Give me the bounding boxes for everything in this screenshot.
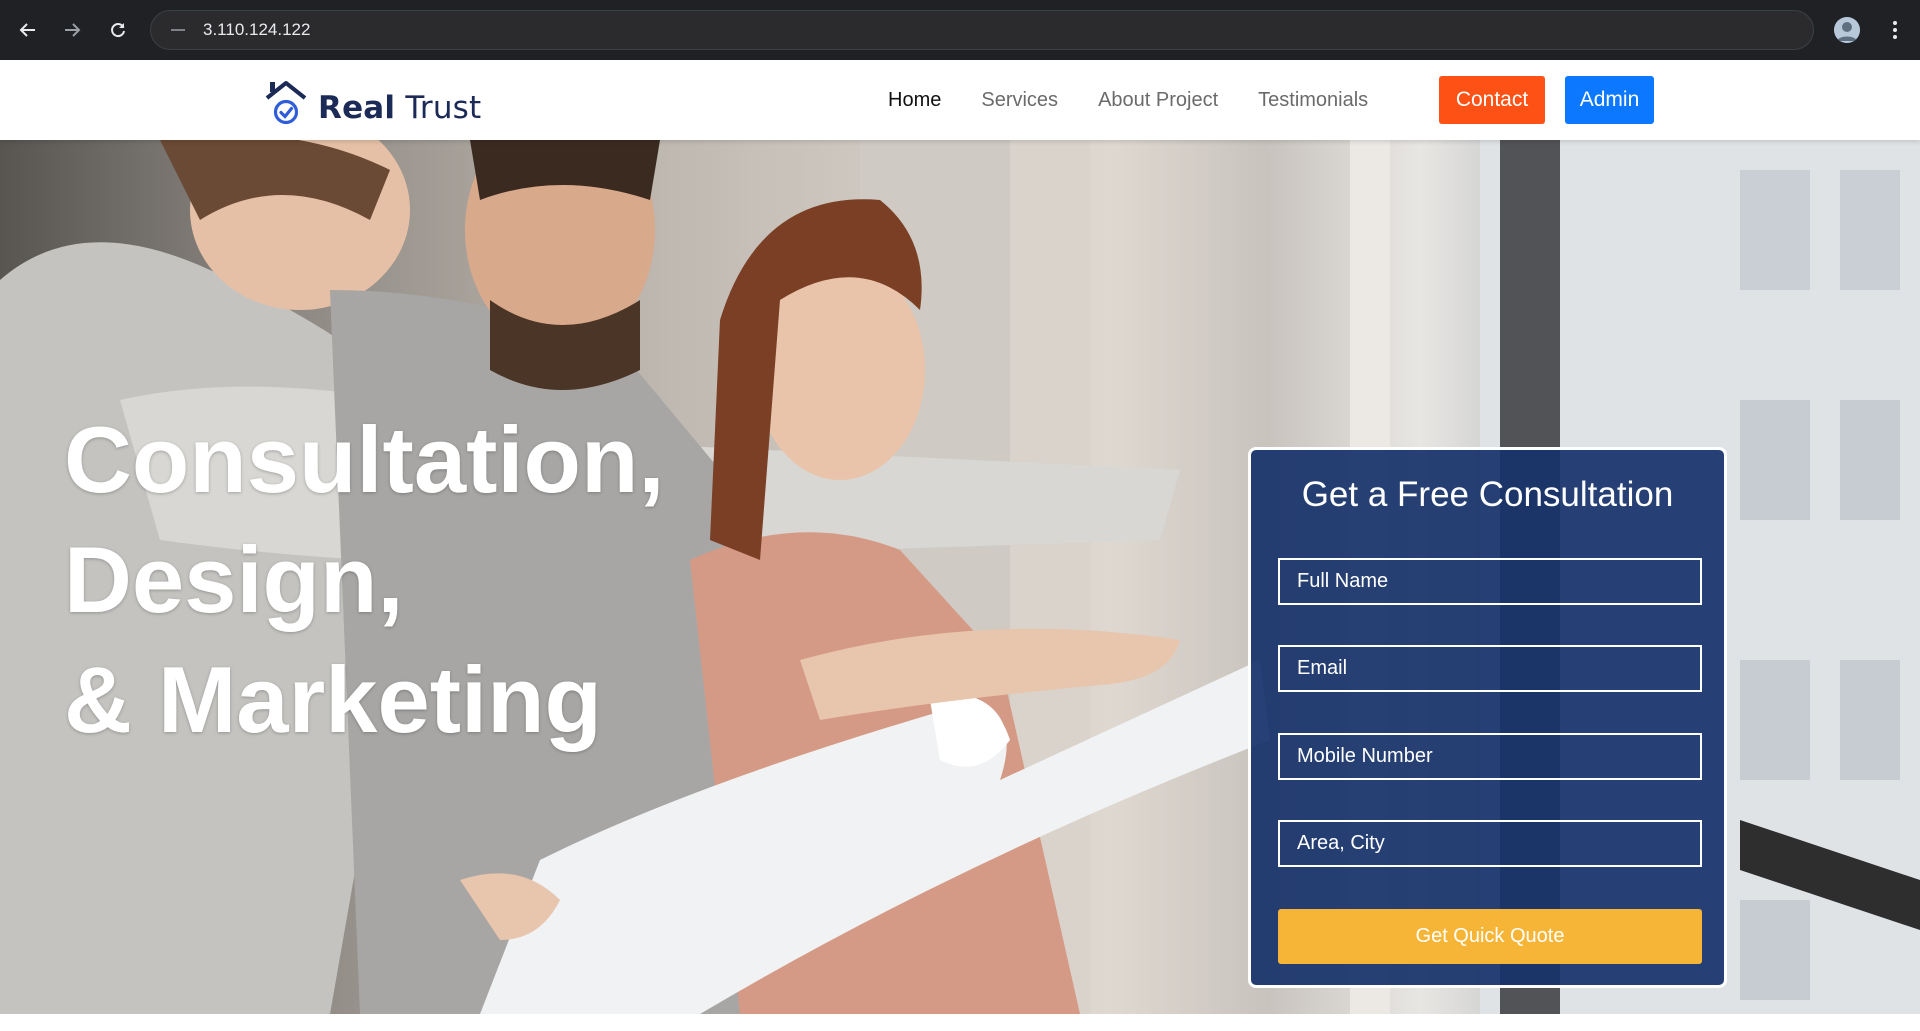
site-header: Real Trust Home Services About Project T… [0,60,1920,140]
contact-button[interactable]: Contact [1439,76,1545,124]
admin-button[interactable]: Admin [1565,76,1654,124]
hero-line-1: Consultation, [64,407,665,512]
hero-headline: Consultation, Design, & Marketing [64,400,665,760]
nav-services[interactable]: Services [981,89,1058,112]
hero-line-3: & Marketing [64,647,602,752]
nav-about-project[interactable]: About Project [1098,89,1218,112]
browser-menu-icon[interactable] [1880,14,1910,46]
form-title: Get a Free Consultation [1301,475,1674,514]
browser-chrome: 3.110.124.122 [0,0,1920,60]
arrow-left-icon [19,23,35,37]
back-button[interactable] [12,14,44,46]
url-text[interactable]: 3.110.124.122 [203,20,310,40]
forward-button[interactable] [56,14,88,46]
full-name-field[interactable] [1278,558,1702,605]
area-city-field[interactable] [1278,820,1702,867]
address-bar[interactable]: 3.110.124.122 [150,10,1814,50]
house-check-icon [265,81,307,125]
profile-avatar[interactable] [1834,17,1860,43]
logo[interactable]: Real Trust [264,72,481,128]
consultation-form: Get a Free Consultation Get Quick Quote [1248,447,1727,988]
logo-text: Real Trust [318,90,481,126]
logo-word-light: Trust [405,90,482,126]
hero-line-2: Design, [64,527,404,632]
hero-section: Consultation, Design, & Marketing Get a … [0,140,1920,1014]
page-bottom-edge [0,1014,1920,1031]
get-quick-quote-button[interactable]: Get Quick Quote [1278,909,1702,964]
main-nav: Home Services About Project Testimonials [888,60,1408,140]
reload-icon [111,23,125,38]
reload-button[interactable] [102,14,134,46]
mobile-number-field[interactable] [1278,733,1702,780]
nav-home[interactable]: Home [888,89,941,112]
nav-testimonials[interactable]: Testimonials [1258,89,1368,112]
logo-word-bold: Real [318,90,396,126]
avatar-icon [1834,17,1860,43]
site-info-icon[interactable] [161,16,195,44]
email-field[interactable] [1278,645,1702,692]
arrow-right-icon [65,23,81,37]
